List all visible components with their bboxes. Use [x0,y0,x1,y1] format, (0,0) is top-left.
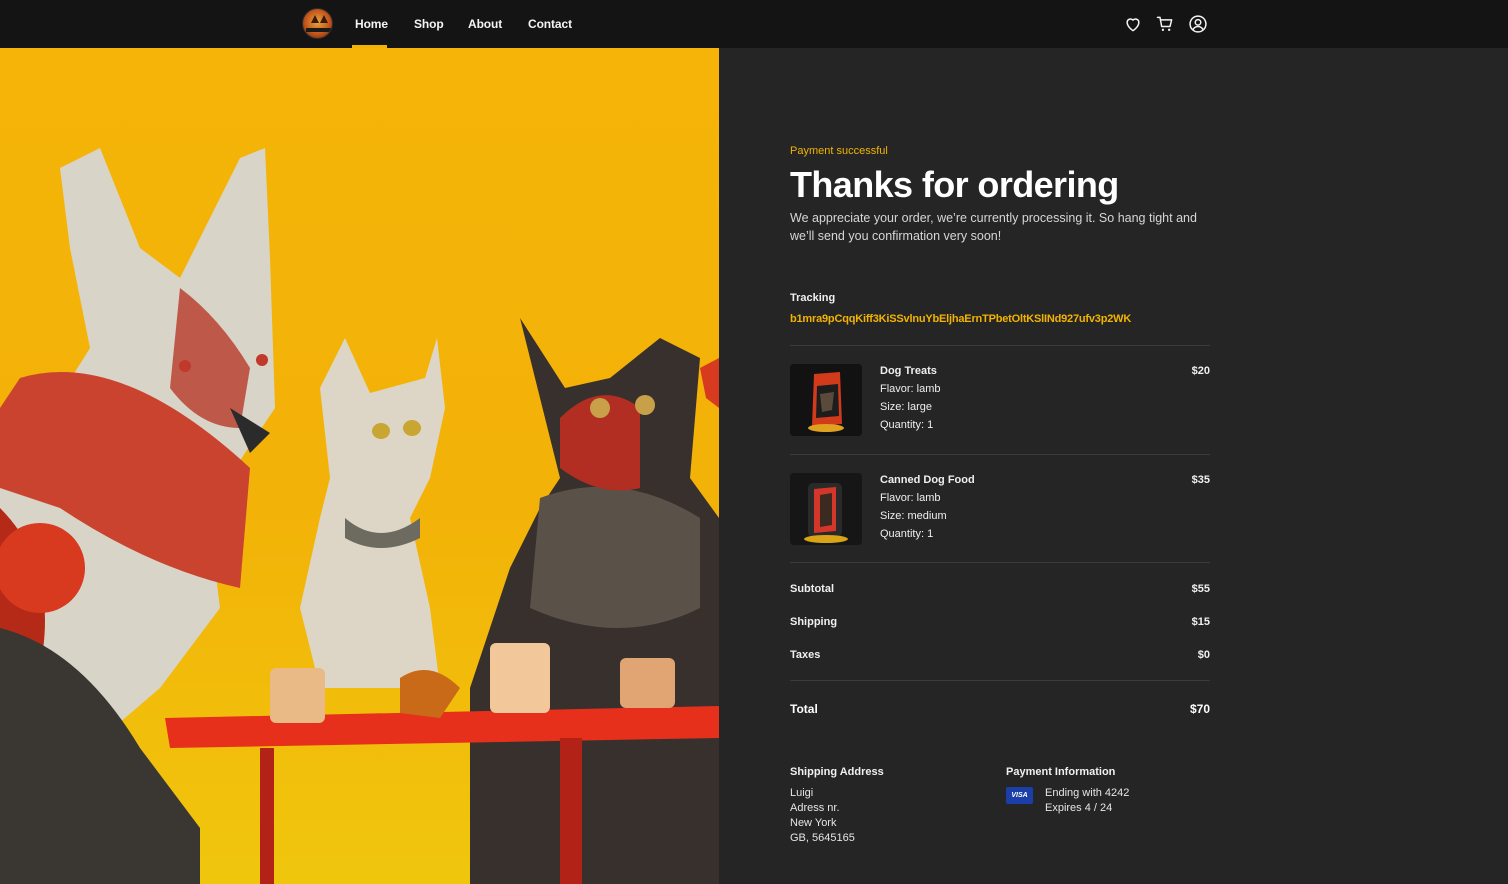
nav-contact[interactable]: Contact [528,17,572,31]
item-quantity: Quantity: 1 [880,419,934,431]
address-line: Adress nr. [790,802,840,814]
address-line: Luigi [790,787,814,799]
taxes-value: $0 [1197,649,1210,661]
visa-card-icon: VISA [1006,787,1033,804]
cart-icon[interactable] [1155,14,1175,34]
subtotal-label: Subtotal [790,583,834,595]
page-title: Thanks for ordering [790,164,1119,205]
address-line: GB, 5645165 [790,832,855,844]
item-flavor: Flavor: lamb [880,492,941,504]
item-quantity: Quantity: 1 [880,528,934,540]
card-ending: Ending with 4242 [1045,787,1130,799]
subtotal-value: $55 [1191,583,1210,595]
address-line: New York [790,817,837,829]
hero-image [0,48,719,884]
tracking-number[interactable]: b1mra9pCqqKiff3KiSSvlnuYbEljhaErnTPbetOl… [790,313,1131,325]
item-price: $20 [1191,365,1210,377]
divider [790,680,1210,681]
payment-info-heading: Payment Information [1006,766,1116,778]
item-size: Size: medium [880,510,947,522]
divider [790,454,1210,455]
product-image-dog-treats [790,364,862,436]
divider [790,562,1210,563]
card-expiry: Expires 4 / 24 [1045,802,1113,814]
tracking-label: Tracking [790,292,836,304]
item-size: Size: large [880,401,932,413]
shipping-label: Shipping [790,616,838,628]
nav-home[interactable]: Home [355,17,388,31]
item-name: Dog Treats [880,365,937,377]
taxes-label: Taxes [790,649,821,661]
item-flavor: Flavor: lamb [880,383,941,395]
shipping-value: $15 [1191,616,1210,628]
brand-logo[interactable] [302,8,333,39]
nav-about[interactable]: About [468,17,502,31]
total-label: Total [790,702,818,716]
nav-shop[interactable]: Shop [414,17,444,31]
user-circle-icon[interactable] [1188,14,1208,34]
item-name: Canned Dog Food [880,474,975,486]
shipping-address-heading: Shipping Address [790,766,884,778]
robot-pets-illustration [0,148,719,884]
product-image-canned-dog-food [790,473,862,545]
payment-status: Payment successful [790,145,888,157]
divider [790,345,1210,346]
item-price: $35 [1191,474,1210,486]
heart-icon[interactable] [1123,14,1143,34]
confirmation-message: We appreciate your order, we’re currentl… [790,211,1197,243]
total-value: $70 [1189,702,1210,716]
top-nav: Home Shop About Contact [0,0,1508,48]
